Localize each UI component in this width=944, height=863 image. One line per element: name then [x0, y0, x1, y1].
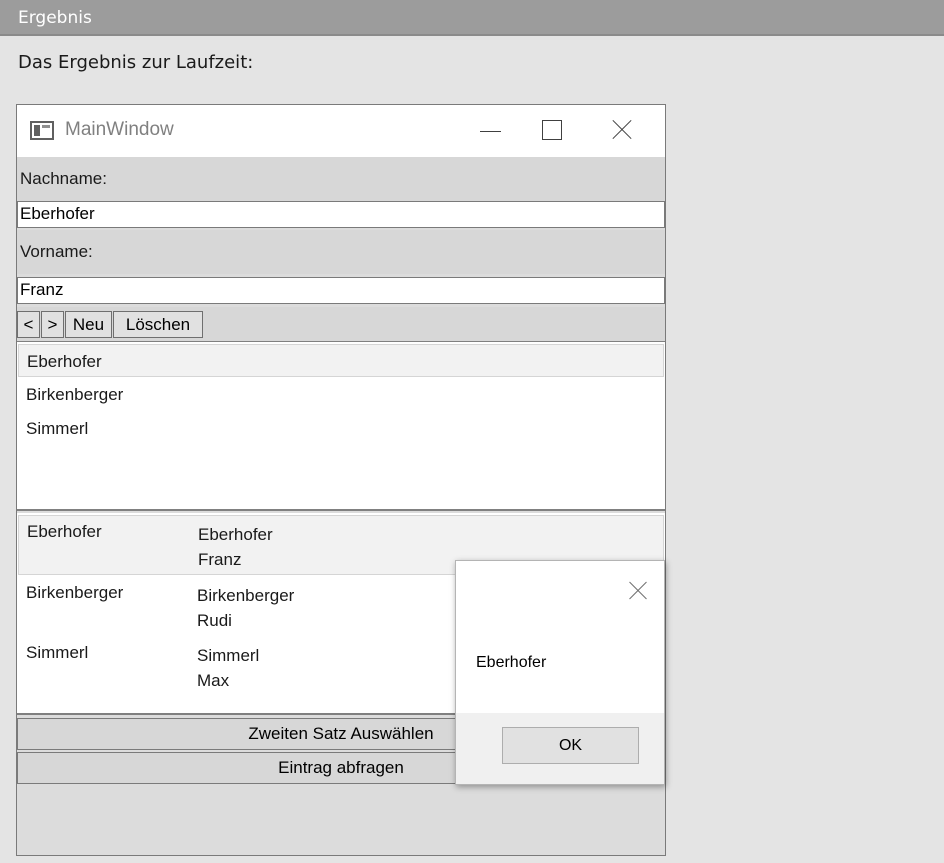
- row-vorname: Rudi: [197, 611, 232, 630]
- ok-button[interactable]: OK: [502, 727, 639, 764]
- row-nachname: Birkenberger: [197, 586, 295, 605]
- section-header: Ergebnis: [0, 0, 944, 36]
- row-name: Birkenberger: [26, 583, 124, 602]
- row-detail: Simmerl Max: [197, 643, 259, 693]
- row-detail: Eberhofer Franz: [198, 522, 273, 572]
- row-name: Simmerl: [26, 643, 89, 662]
- nachname-input[interactable]: Eberhofer: [17, 201, 665, 228]
- row-vorname: Max: [197, 671, 230, 690]
- row-vorname: Franz: [198, 550, 242, 569]
- row-detail: Birkenberger Rudi: [197, 583, 294, 633]
- list-item[interactable]: Simmerl: [18, 412, 664, 445]
- title-bar[interactable]: MainWindow: [17, 105, 665, 157]
- next-button[interactable]: >: [41, 311, 64, 338]
- section-title: Ergebnis: [18, 8, 92, 28]
- row-name: Eberhofer: [27, 522, 102, 541]
- prev-button[interactable]: <: [17, 311, 40, 338]
- nav-toolbar: < > Neu Löschen: [17, 307, 665, 341]
- nachname-label: Nachname:: [17, 157, 665, 201]
- list-item[interactable]: Birkenberger: [18, 378, 664, 411]
- row-nachname: Eberhofer: [198, 525, 273, 544]
- window-title: MainWindow: [65, 119, 174, 140]
- app-window-icon: [30, 121, 54, 140]
- list-item[interactable]: Eberhofer: [18, 344, 664, 377]
- message-dialog: Eberhofer OK: [455, 560, 665, 785]
- vorname-label: Vorname:: [17, 230, 665, 274]
- name-listbox[interactable]: Eberhofer Birkenberger Simmerl: [17, 341, 665, 511]
- close-icon[interactable]: [626, 579, 650, 603]
- dialog-footer: OK: [456, 713, 664, 784]
- row-nachname: Simmerl: [197, 646, 260, 665]
- minimize-icon[interactable]: [469, 105, 515, 157]
- vorname-input[interactable]: Franz: [17, 277, 665, 304]
- close-icon[interactable]: [603, 105, 649, 157]
- maximize-icon[interactable]: [535, 105, 581, 157]
- dialog-message: Eberhofer: [476, 654, 547, 671]
- delete-button[interactable]: Löschen: [113, 311, 203, 338]
- new-button[interactable]: Neu: [65, 311, 112, 338]
- intro-text: Das Ergebnis zur Laufzeit:: [18, 52, 254, 73]
